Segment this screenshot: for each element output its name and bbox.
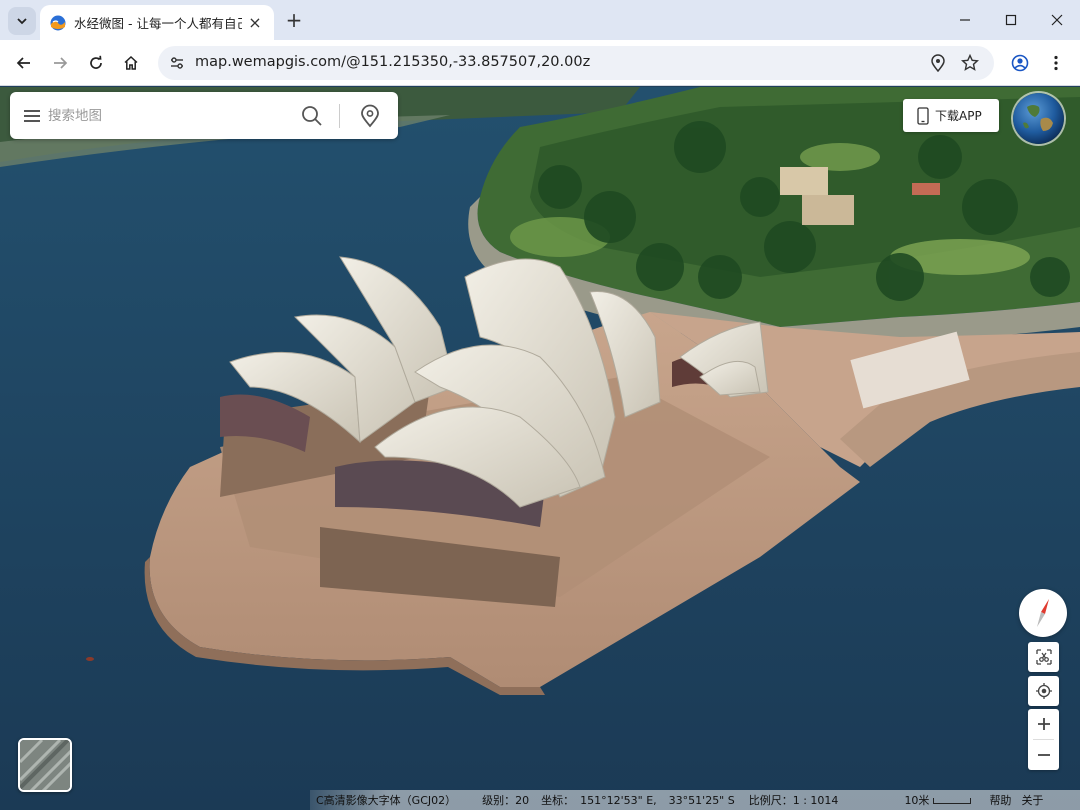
longitude-value: 151°12'53" E, bbox=[580, 793, 657, 807]
menu-icon[interactable] bbox=[22, 106, 42, 126]
compass-icon bbox=[1037, 599, 1049, 627]
location-permission-button[interactable] bbox=[927, 52, 949, 74]
back-button[interactable] bbox=[9, 48, 39, 78]
minimize-button[interactable] bbox=[942, 0, 988, 40]
minus-icon bbox=[1037, 754, 1050, 756]
home-icon bbox=[124, 55, 138, 70]
help-link[interactable]: 帮助 bbox=[989, 792, 1011, 808]
arrow-right-icon bbox=[54, 57, 68, 69]
basemap-switcher[interactable] bbox=[18, 738, 72, 792]
search-icon[interactable] bbox=[300, 104, 324, 128]
map-viewport[interactable]: 下载APP bbox=[0, 87, 1080, 810]
coordinate-label: 坐标： bbox=[541, 794, 575, 807]
scalebar-label: 10米 bbox=[904, 794, 930, 807]
tab-search-button[interactable] bbox=[8, 7, 36, 35]
home-button[interactable] bbox=[116, 48, 146, 78]
new-tab-button[interactable]: + bbox=[282, 8, 306, 32]
crosshair-icon bbox=[1035, 683, 1052, 699]
maximize-icon bbox=[1005, 14, 1017, 26]
site-info-button[interactable] bbox=[166, 52, 188, 74]
compass-button[interactable] bbox=[1019, 589, 1067, 637]
globe-view-button[interactable] bbox=[1013, 93, 1064, 144]
minimize-icon bbox=[960, 19, 970, 21]
profile-button[interactable] bbox=[1005, 48, 1035, 78]
scale-label: 比例尺： bbox=[748, 794, 793, 807]
account-circle-icon bbox=[1011, 54, 1029, 72]
basemap-thumbnail bbox=[20, 740, 70, 790]
tab-close-button[interactable]: × bbox=[246, 13, 264, 32]
plus-icon bbox=[1037, 718, 1050, 730]
download-app-label: 下载APP bbox=[935, 109, 982, 123]
location-pin-icon[interactable] bbox=[358, 104, 382, 128]
star-icon bbox=[961, 54, 979, 71]
scissors-icon bbox=[1035, 649, 1052, 665]
bookmark-button[interactable] bbox=[959, 52, 981, 74]
search-input[interactable] bbox=[48, 105, 288, 127]
browser-tab-bar: 水经微图 - 让每一个人都有自己 × + bbox=[0, 0, 1080, 40]
map-search-box bbox=[10, 92, 398, 139]
screenshot-tool-button[interactable] bbox=[1028, 642, 1059, 672]
search-divider bbox=[339, 104, 340, 128]
browser-tab[interactable]: 水经微图 - 让每一个人都有自己 × bbox=[40, 5, 274, 40]
globe-icon bbox=[1013, 93, 1064, 144]
phone-icon bbox=[917, 106, 929, 125]
close-icon bbox=[1051, 14, 1063, 26]
scale-value: 1 : 1014 bbox=[792, 793, 839, 807]
satellite-3d-scene bbox=[0, 87, 1080, 810]
zoom-in-button[interactable] bbox=[1028, 709, 1059, 739]
latitude-value: 33°51'25" S bbox=[668, 793, 735, 807]
wemap-logo-icon bbox=[50, 15, 66, 30]
map-status-bar: C高清影像大字体（GCJ02） 级别： 20 坐标： 151°12'53" E,… bbox=[310, 790, 1080, 810]
browser-toolbar: map.wemapgis.com/@151.215350,-33.857507,… bbox=[0, 40, 1080, 86]
url-text[interactable]: map.wemapgis.com/@151.215350,-33.857507,… bbox=[195, 54, 590, 70]
browser-menu-button[interactable] bbox=[1041, 48, 1071, 78]
maximize-button[interactable] bbox=[988, 0, 1034, 40]
zoom-level-value: 20 bbox=[515, 793, 530, 807]
window-close-button[interactable] bbox=[1034, 0, 1080, 40]
reload-button[interactable] bbox=[81, 48, 111, 78]
layer-name: C高清影像大字体（GCJ02） bbox=[316, 794, 457, 807]
reload-icon bbox=[90, 55, 102, 69]
locate-me-button[interactable] bbox=[1028, 676, 1059, 706]
forward-button[interactable] bbox=[45, 48, 75, 78]
download-app-button[interactable]: 下载APP bbox=[903, 99, 999, 132]
zoom-control bbox=[1028, 709, 1059, 770]
scale-bar bbox=[933, 798, 972, 804]
arrow-left-icon bbox=[16, 57, 30, 69]
tab-title: 水经微图 - 让每一个人都有自己 bbox=[74, 16, 242, 31]
chevron-down-icon bbox=[17, 18, 27, 25]
zoom-out-button[interactable] bbox=[1028, 740, 1059, 770]
location-pin-icon bbox=[931, 54, 945, 72]
address-bar[interactable]: map.wemapgis.com/@151.215350,-33.857507,… bbox=[158, 46, 994, 80]
more-vert-icon bbox=[1054, 55, 1058, 71]
about-link[interactable]: 关于 bbox=[1021, 792, 1043, 808]
zoom-level-label: 级别： bbox=[482, 794, 516, 807]
tune-icon bbox=[171, 57, 183, 69]
